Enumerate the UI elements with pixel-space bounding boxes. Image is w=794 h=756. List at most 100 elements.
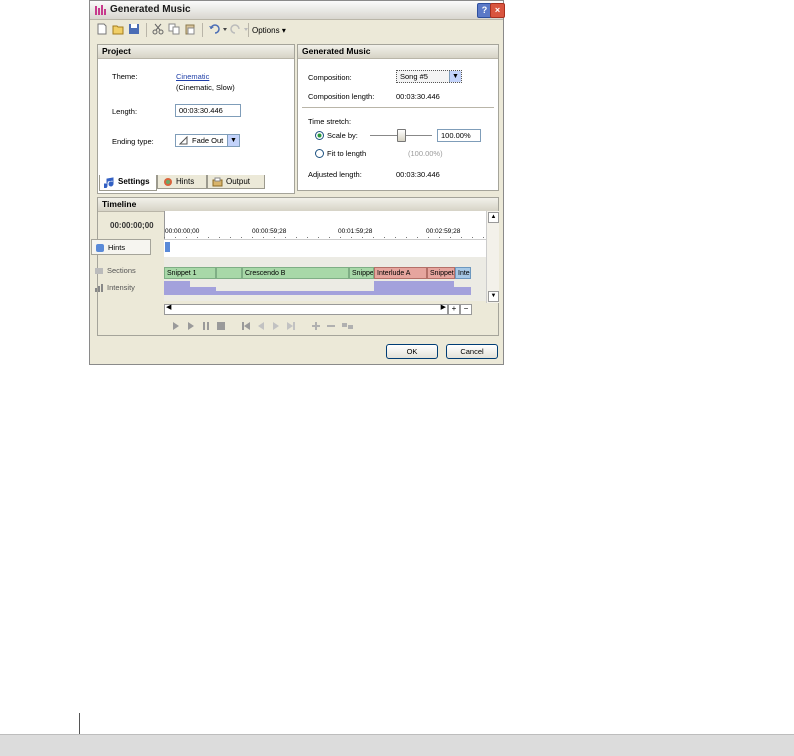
scroll-left-icon[interactable]: ◀ <box>166 303 171 311</box>
section-clip[interactable]: Snippet <box>349 267 374 279</box>
hints-icon <box>164 178 172 186</box>
toolbar: Options ▾ <box>90 20 503 40</box>
chevron-down-icon: ▾ <box>281 26 286 35</box>
tab-output-label: Output <box>226 177 251 186</box>
tab-hints-label: Hints <box>176 177 195 186</box>
track-sections-label: Sections <box>107 266 136 275</box>
section-clip[interactable]: Interlude A <box>374 267 427 279</box>
window-title: Generated Music <box>110 4 191 15</box>
undo-icon[interactable] <box>208 23 220 35</box>
pause-icon[interactable] <box>202 322 210 330</box>
stop-icon[interactable] <box>217 322 225 330</box>
composition-length-label: Composition length: <box>308 92 375 101</box>
track-header-hints[interactable]: Hints <box>91 239 151 255</box>
ending-type-select[interactable]: Fade Out ▼ <box>175 134 240 147</box>
open-folder-icon[interactable] <box>112 23 124 35</box>
save-icon[interactable] <box>128 23 140 35</box>
undo-dropdown-icon[interactable] <box>222 23 228 35</box>
chevron-down-icon: ▼ <box>227 135 239 146</box>
timeline-vertical-scrollbar[interactable]: ▲ ▼ <box>486 211 499 303</box>
output-icon <box>212 177 223 187</box>
hints-track-icon <box>96 244 104 252</box>
hint-marker[interactable] <box>165 242 170 252</box>
copy-icon[interactable] <box>168 23 180 35</box>
track-hints-label: Hints <box>108 243 126 252</box>
hints-track[interactable] <box>164 239 486 258</box>
section-clip[interactable]: Snippet <box>427 267 455 279</box>
fit-to-length-label: Fit to length <box>327 149 367 158</box>
scale-slider-thumb[interactable] <box>397 129 406 142</box>
section-clip[interactable]: Snippet 1 <box>164 267 216 279</box>
composition-value: Song #5 <box>400 72 428 81</box>
theme-detail: (Cinematic, Slow) <box>176 83 235 92</box>
toolbar-separator <box>248 23 249 37</box>
music-note-icon <box>104 177 114 188</box>
track-header-intensity[interactable]: Intensity <box>91 280 151 296</box>
project-panel: Project Theme: Cinematic (Cinematic, Slo… <box>97 44 295 194</box>
ok-button[interactable]: OK <box>386 344 438 359</box>
ruler-ticks <box>164 237 486 238</box>
scale-by-radio[interactable] <box>315 131 324 140</box>
tab-settings-label: Settings <box>118 177 150 186</box>
track-intensity-label: Intensity <box>107 283 135 292</box>
scale-value-input[interactable]: 100.00% <box>437 129 481 142</box>
zoom-out-icon[interactable]: − <box>460 304 472 315</box>
scroll-up-icon[interactable]: ▲ <box>488 212 499 223</box>
divider <box>302 107 494 108</box>
timeline-header: Timeline <box>98 198 498 212</box>
new-file-icon[interactable] <box>96 23 108 35</box>
ruler-label: 00:00:00;00 <box>165 228 200 235</box>
timeline-horizontal-scrollbar[interactable]: ◀ ▶ <box>164 304 448 315</box>
sections-track-icon <box>95 268 103 274</box>
paste-icon[interactable] <box>184 23 196 35</box>
title-bar: Generated Music ? × <box>90 1 505 20</box>
options-menu[interactable]: Options ▾ <box>252 26 286 35</box>
ruler-label: 00:01:59;28 <box>338 228 373 235</box>
add-hint-icon[interactable] <box>312 322 320 330</box>
section-clip[interactable] <box>216 267 242 279</box>
zoom-in-icon[interactable]: + <box>448 304 460 315</box>
options-label: Options <box>252 26 280 35</box>
adjusted-length-label: Adjusted length: <box>308 170 362 179</box>
track-header-sections[interactable]: Sections <box>91 263 151 279</box>
chevron-down-icon: ▼ <box>449 71 461 82</box>
split-icon[interactable] <box>342 322 353 330</box>
length-input[interactable]: 00:03:30.446 <box>175 104 241 117</box>
timeline-time-display: 00:00:00;00 <box>110 221 154 230</box>
play-icon[interactable] <box>187 322 195 330</box>
ending-type-label: Ending type: <box>112 137 154 146</box>
cut-icon[interactable] <box>152 23 164 35</box>
section-clip[interactable]: Crescendo B <box>242 267 349 279</box>
length-label: Length: <box>112 107 138 116</box>
composition-select[interactable]: Song #5 ▼ <box>396 70 462 83</box>
music-app-icon <box>95 5 106 15</box>
next-icon[interactable] <box>272 322 280 330</box>
ruler-label: 00:02:59;28 <box>426 228 461 235</box>
close-button[interactable]: × <box>490 3 505 18</box>
redo-icon <box>230 24 240 34</box>
theme-link[interactable]: Cinematic <box>176 72 209 81</box>
remove-hint-icon[interactable] <box>327 322 335 330</box>
scroll-down-icon[interactable]: ▼ <box>488 291 499 302</box>
scale-by-label: Scale by: <box>327 131 358 140</box>
section-clip[interactable]: Inte <box>455 267 471 279</box>
intensity-track-icon <box>95 284 103 292</box>
toolbar-separator <box>202 23 203 37</box>
project-header: Project <box>98 45 294 59</box>
go-to-end-icon[interactable] <box>287 322 295 330</box>
scroll-right-icon[interactable]: ▶ <box>441 303 446 311</box>
fit-to-length-radio[interactable] <box>315 149 324 158</box>
toolbar-separator <box>146 23 147 37</box>
fit-to-length-value: (100.00%) <box>408 149 443 158</box>
composition-length-value: 00:03:30.446 <box>396 92 440 101</box>
intensity-curve <box>164 281 471 295</box>
cancel-button[interactable]: Cancel <box>446 344 498 359</box>
time-stretch-label: Time stretch: <box>308 117 352 126</box>
fade-out-icon <box>179 136 188 145</box>
tab-settings[interactable]: Settings <box>99 175 157 191</box>
tab-hints[interactable]: Hints <box>157 175 207 189</box>
tab-output[interactable]: Output <box>207 175 265 189</box>
previous-icon[interactable] <box>257 322 265 330</box>
go-to-start-icon[interactable] <box>242 322 250 330</box>
play-from-start-icon[interactable] <box>172 322 180 330</box>
